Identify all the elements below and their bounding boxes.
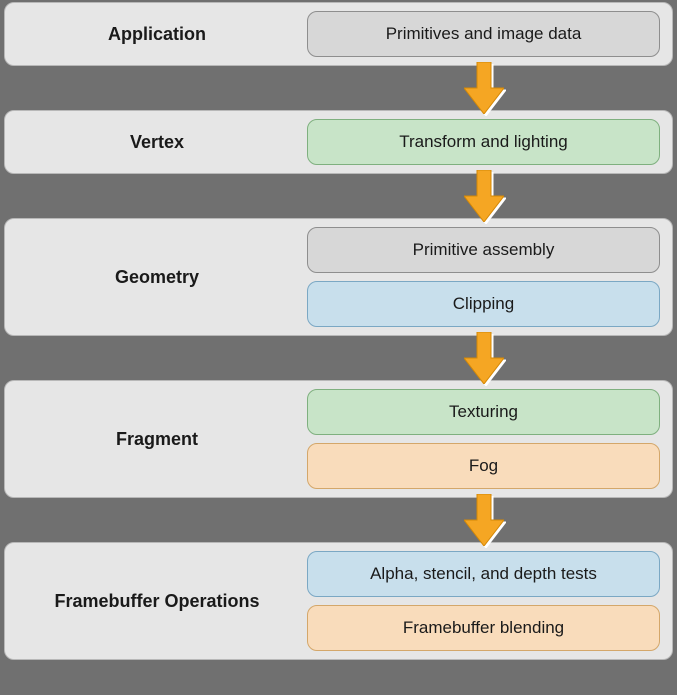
- stage-label: Fragment: [17, 429, 307, 450]
- arrow-wrap: [292, 498, 675, 542]
- stage-boxes: Alpha, stencil, and depth tests Framebuf…: [307, 551, 660, 651]
- stage-boxes: Primitive assembly Clipping: [307, 227, 660, 327]
- arrow-wrap: [292, 174, 675, 218]
- arrow-down-icon: [464, 170, 504, 222]
- pipeline-box: Primitives and image data: [307, 11, 660, 57]
- stage-label: Application: [17, 24, 307, 45]
- stage-vertex: Vertex Transform and lighting: [4, 110, 673, 174]
- arrow-down-icon: [464, 332, 504, 384]
- pipeline-box: Alpha, stencil, and depth tests: [307, 551, 660, 597]
- pipeline-box: Transform and lighting: [307, 119, 660, 165]
- pipeline-box: Clipping: [307, 281, 660, 327]
- arrow-wrap: [292, 66, 675, 110]
- stage-label: Vertex: [17, 132, 307, 153]
- stage-boxes: Transform and lighting: [307, 119, 660, 165]
- pipeline-box: Primitive assembly: [307, 227, 660, 273]
- stage-boxes: Primitives and image data: [307, 11, 660, 57]
- pipeline-box: Fog: [307, 443, 660, 489]
- arrow-wrap: [292, 336, 675, 380]
- stage-framebuffer: Framebuffer Operations Alpha, stencil, a…: [4, 542, 673, 660]
- pipeline-box: Texturing: [307, 389, 660, 435]
- arrow-down-icon: [464, 62, 504, 114]
- pipeline-box: Framebuffer blending: [307, 605, 660, 651]
- stage-label: Geometry: [17, 267, 307, 288]
- stage-fragment: Fragment Texturing Fog: [4, 380, 673, 498]
- arrow-down-icon: [464, 494, 504, 546]
- stage-boxes: Texturing Fog: [307, 389, 660, 489]
- stage-geometry: Geometry Primitive assembly Clipping: [4, 218, 673, 336]
- stage-label: Framebuffer Operations: [17, 591, 307, 612]
- stage-application: Application Primitives and image data: [4, 2, 673, 66]
